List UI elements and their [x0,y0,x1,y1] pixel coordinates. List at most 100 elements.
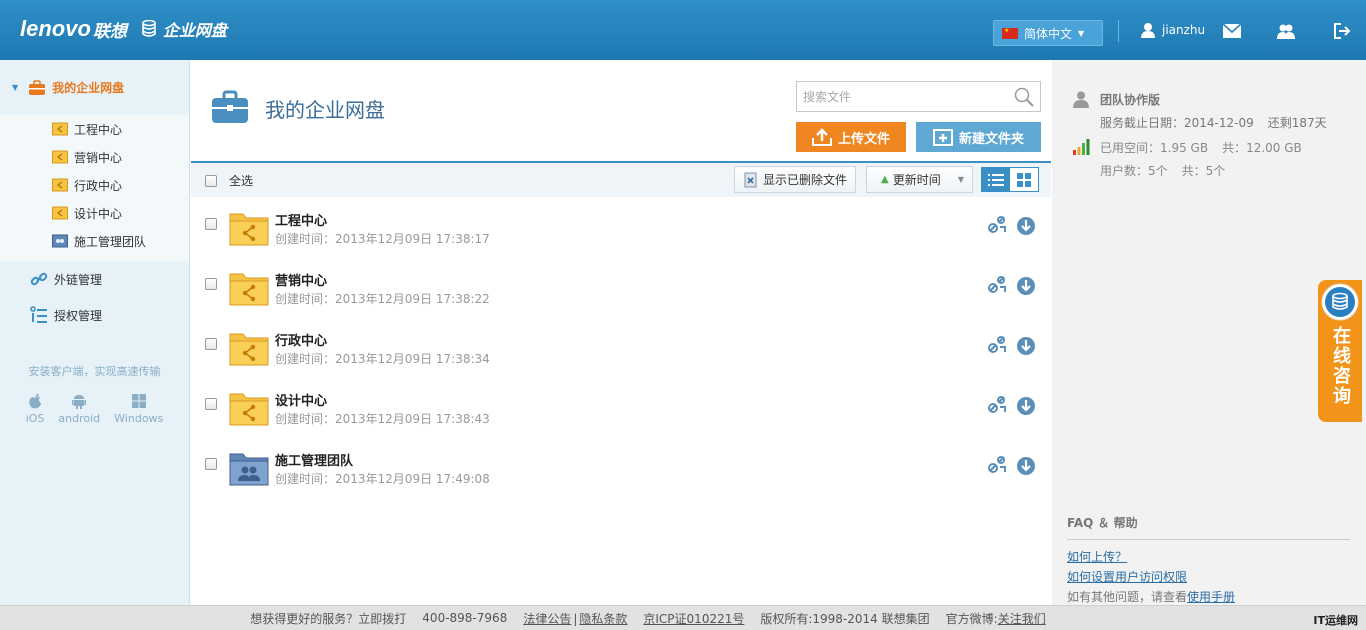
grid-view-button[interactable] [1010,168,1038,191]
footer-service-text: 想获得更好的服务？立即拨打 [250,611,407,626]
download-icon[interactable] [1016,276,1036,296]
file-created-time: 创建时间：2013年12月09日 17:38:22 [275,292,490,306]
faq-title: FAQ ＆ 帮助 [1067,514,1350,540]
shared-folder-icon [229,213,269,246]
users-count: 用户数：5个 [1100,164,1168,178]
app-name: 企业网盘 [162,21,227,40]
add-folder-icon [932,129,953,146]
sidebar-item-engineering[interactable]: 工程中心 [0,115,189,143]
sidebar-link-label: 授权管理 [54,308,103,323]
share-link-icon[interactable] [987,336,1007,354]
service-expiry: 服务截止日期：2014-12-09 还剩187天 [1100,114,1341,131]
download-icon[interactable] [1016,336,1036,356]
footer-policy-links: 法律公告 | 隐私条款 [523,611,628,626]
watermark: IT运维网 [1313,614,1358,627]
table-row[interactable]: 施工管理团队 创建时间：2013年12月09日 17:49:08 [191,442,1051,502]
shared-folder-icon [52,206,68,220]
search-icon[interactable] [1014,87,1034,107]
days-remaining: 还剩187天 [1267,116,1327,130]
team-folder-icon [229,453,269,486]
row-checkbox[interactable] [205,278,217,290]
client-platforms: iOS android Windows [0,393,189,425]
plan-info: 团队协作版 服务截止日期：2014-12-09 还剩187天 [1072,90,1341,131]
sidebar-item-authorization[interactable]: 授权管理 [0,297,189,333]
sort-dropdown[interactable]: ▲ 更新时间 ▼ [866,166,973,193]
search-input[interactable] [797,82,1007,111]
share-link-icon[interactable] [987,276,1007,294]
file-toolbar: 全选 显示已删除文件 ▲ 更新时间 ▼ [191,161,1051,197]
share-link-icon[interactable] [987,216,1007,234]
upload-label: 上传文件 [837,131,890,147]
row-checkbox[interactable] [205,398,217,410]
disk-stack-icon [142,20,156,37]
upload-file-button[interactable]: 上传文件 [796,122,906,152]
shared-folder-icon [229,273,269,306]
faq-help: FAQ ＆ 帮助 如何上传？ 如何设置用户访问权限 如有其他问题，请查看使用手册 [1067,514,1350,605]
share-link-icon[interactable] [987,396,1007,414]
weibo-prefix: 官方微博: [945,611,998,626]
sidebar-item-marketing[interactable]: 营销中心 [0,143,189,171]
sidebar-item-construction-team[interactable]: 施工管理团队 [0,227,189,255]
sidebar-item-label: 设计中心 [74,206,123,221]
sidebar-item-label: 施工管理团队 [74,234,147,249]
download-icon[interactable] [1016,216,1036,236]
sidebar-root-label: 我的企业网盘 [52,81,125,95]
faq-link-access-permissions[interactable]: 如何设置用户访问权限 [1067,568,1350,585]
search-box [796,81,1041,112]
team-icon[interactable] [1276,22,1296,40]
new-folder-button[interactable]: 新建文件夹 [916,122,1041,152]
select-all-label: 全选 [229,174,254,188]
row-checkbox[interactable] [205,338,217,350]
brand[interactable]: lenovo 联想 企业网盘 [20,16,227,42]
plan-name: 团队协作版 [1100,92,1161,107]
logout-icon[interactable] [1332,22,1352,40]
legal-notice-link[interactable]: 法律公告 [523,612,571,626]
sidebar-item-admin[interactable]: 行政中心 [0,171,189,199]
file-name[interactable]: 行政中心 [275,330,327,349]
table-row[interactable]: 行政中心 创建时间：2013年12月09日 17:38:34 [191,322,1051,382]
mail-icon[interactable] [1222,22,1242,40]
download-icon[interactable] [1016,396,1036,416]
table-row[interactable]: 营销中心 创建时间：2013年12月09日 17:38:22 [191,262,1051,322]
install-client-note: 安装客户端，实现高速传输 [28,365,161,378]
user-silhouette-icon [1073,91,1089,108]
table-row[interactable]: 设计中心 创建时间：2013年12月09日 17:38:43 [191,382,1051,442]
show-deleted-button[interactable]: 显示已删除文件 [734,166,856,193]
language-select[interactable]: 简体中文 ▼ [993,20,1103,46]
row-checkbox[interactable] [205,218,217,230]
platform-windows[interactable]: Windows [114,393,163,425]
user-menu[interactable]: jianzhu [1140,22,1205,38]
faq-link-how-upload[interactable]: 如何上传？ [1067,548,1350,565]
row-checkbox[interactable] [205,458,217,470]
file-name[interactable]: 营销中心 [275,270,327,289]
follow-us-link[interactable]: 关注我们 [998,612,1046,626]
grid-view-icon [1017,172,1031,187]
sort-label: 更新时间 [892,173,941,187]
select-all-checkbox[interactable] [205,174,217,187]
file-name[interactable]: 设计中心 [275,390,327,409]
online-consult-button[interactable]: 在线咨询 [1318,280,1362,422]
list-view-button[interactable] [982,168,1010,191]
language-label: 简体中文 [1024,26,1073,41]
file-name[interactable]: 施工管理团队 [275,450,353,469]
consult-label: 在线咨询 [1330,326,1351,406]
sort-up-arrow-icon: ▲ [881,174,889,185]
sidebar-root[interactable]: ▼ 我的企业网盘 [0,60,189,115]
list-view-icon [988,173,1004,186]
share-link-icon[interactable] [987,456,1007,474]
shared-folder-icon [229,393,269,426]
signal-bars-icon [1073,139,1090,155]
table-row[interactable]: 工程中心 创建时间：2013年12月09日 17:38:17 [191,202,1051,262]
sidebar-item-design[interactable]: 设计中心 [0,199,189,227]
icp-link[interactable]: 京ICP证010221号 [643,610,744,627]
user-manual-link[interactable]: 使用手册 [1187,590,1235,604]
platform-ios[interactable]: iOS [26,393,44,425]
download-icon[interactable] [1016,456,1036,476]
privacy-link[interactable]: 隐私条款 [579,612,627,626]
file-name[interactable]: 工程中心 [275,210,327,229]
platform-android[interactable]: android [58,393,100,425]
select-all[interactable]: 全选 [205,172,253,189]
top-header: lenovo 联想 企业网盘 简体中文 ▼ jianzhu [0,0,1366,60]
sidebar-item-external-links[interactable]: 外链管理 [0,261,189,297]
collapse-triangle-icon[interactable]: ▼ [12,83,18,92]
